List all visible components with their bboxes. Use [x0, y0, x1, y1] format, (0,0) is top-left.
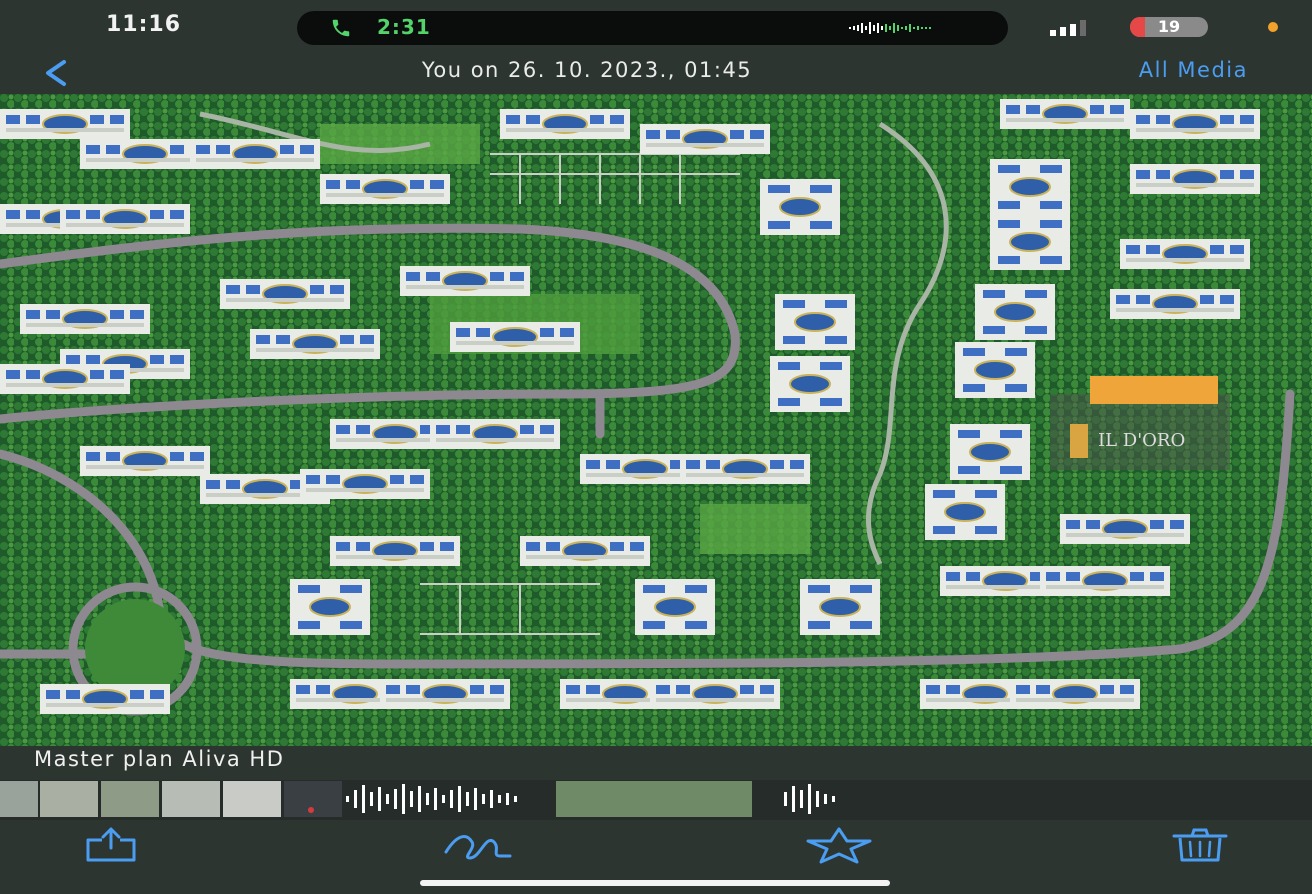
thumbnail-image[interactable]	[0, 781, 38, 817]
audio-waveform-icon	[849, 22, 931, 34]
audio-waveform-thumbnail[interactable]	[784, 782, 844, 816]
thumbnail-video[interactable]	[284, 781, 342, 817]
media-title: You on 26. 10. 2023., 01:45	[421, 58, 753, 82]
thumbnail-image[interactable]	[101, 781, 159, 817]
privacy-indicator-dot	[1268, 22, 1278, 32]
home-indicator[interactable]	[420, 880, 890, 886]
markup-icon[interactable]	[442, 826, 514, 866]
masterplan-image: IL D'ORO	[0, 94, 1312, 746]
trash-icon[interactable]	[1170, 826, 1230, 866]
status-bar: 11:16 2:31 19	[0, 0, 1312, 52]
media-caption: Master plan Aliva HD	[34, 747, 285, 771]
nav-bar: You on 26. 10. 2023., 01:45 All Media	[0, 52, 1312, 94]
recording-dot	[308, 807, 314, 813]
call-indicator[interactable]: 2:31	[297, 11, 1008, 45]
status-time: 11:16	[106, 12, 182, 37]
thumbnail-image[interactable]	[223, 781, 281, 817]
thumbnail-image[interactable]	[40, 781, 98, 817]
battery-indicator: 19	[1130, 17, 1208, 37]
watermark-text: IL D'ORO	[1098, 430, 1185, 451]
battery-level-text: 19	[1157, 17, 1181, 36]
thumbnail-strip[interactable]	[0, 780, 1312, 820]
call-duration: 2:31	[377, 15, 431, 39]
all-media-button[interactable]: All Media	[1139, 58, 1248, 82]
signal-strength-icon	[1050, 20, 1086, 36]
thumbnail-image[interactable]	[556, 781, 752, 817]
thumbnail-image[interactable]	[162, 781, 220, 817]
star-icon[interactable]	[804, 826, 874, 866]
audio-waveform-thumbnail[interactable]	[346, 782, 526, 816]
media-viewer[interactable]: IL D'ORO	[0, 94, 1312, 746]
phone-icon	[332, 19, 350, 37]
share-icon[interactable]	[82, 826, 140, 864]
